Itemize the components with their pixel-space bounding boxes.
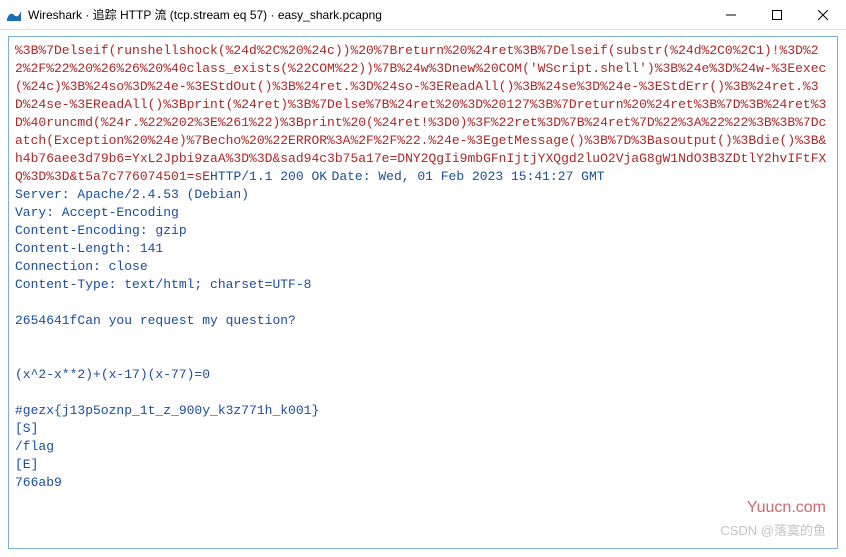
tcp-stream-content[interactable]: %3B%7Delseif(runshellshock(%24d%2C%20%24… [8,36,838,549]
minimize-button[interactable] [708,0,754,29]
window-title: Wireshark · 追踪 HTTP 流 (tcp.stream eq 57)… [28,6,708,23]
response-body: Date: Wed, 01 Feb 2023 15:41:27 GMT Serv… [15,169,605,490]
request-text: %3B%7Delseif(runshellshock(%24d%2C%20%24… [15,43,826,184]
wireshark-icon [6,7,22,23]
close-button[interactable] [800,0,846,29]
response-status-line: HTTP/1.1 200 OK [210,169,327,184]
titlebar: Wireshark · 追踪 HTTP 流 (tcp.stream eq 57)… [0,0,846,30]
window-controls [708,0,846,29]
maximize-button[interactable] [754,0,800,29]
